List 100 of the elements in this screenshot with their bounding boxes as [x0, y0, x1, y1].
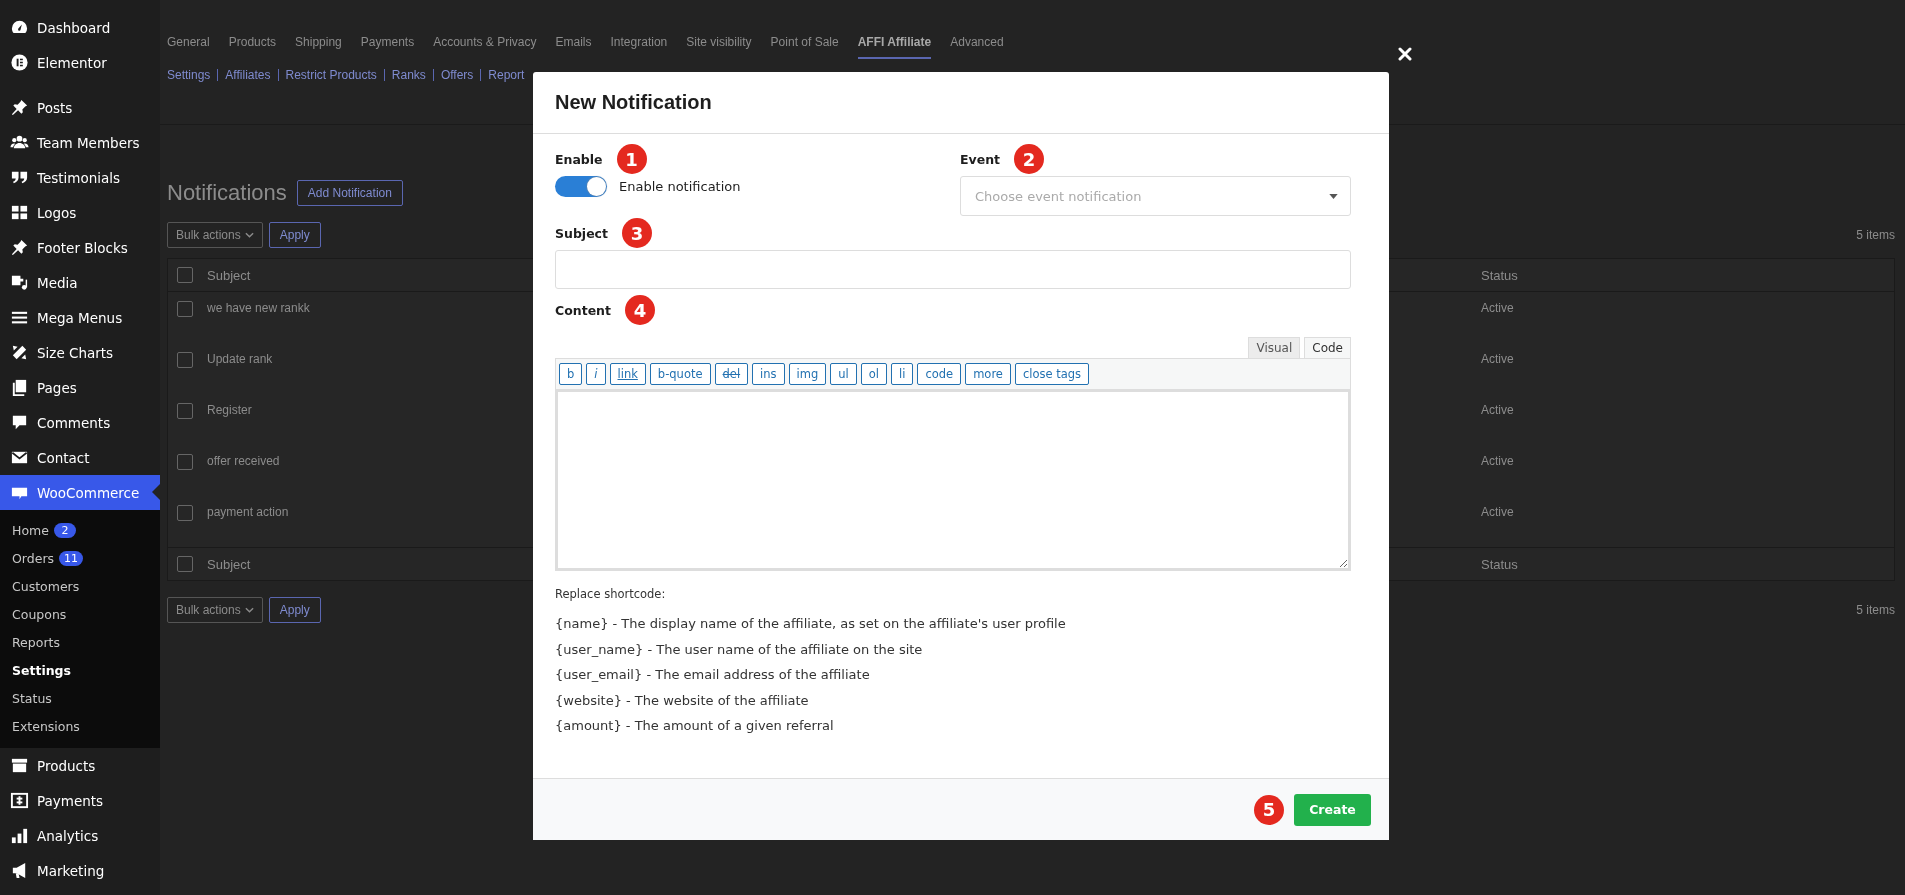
row-checkbox[interactable]	[177, 505, 193, 521]
field-label: Event	[960, 151, 1001, 167]
step-marker: 1	[616, 144, 647, 174]
quicktag-button[interactable]: li	[891, 363, 914, 385]
quicktag-button[interactable]: ul	[830, 363, 857, 385]
settings-tab[interactable]: Site visibility	[686, 27, 752, 59]
settings-tab[interactable]: Accounts & Privacy	[433, 27, 537, 59]
quicktag-button[interactable]: b-quote	[649, 363, 711, 385]
submenu-item[interactable]: Status	[0, 684, 160, 712]
grid-icon	[10, 203, 29, 222]
settings-tab[interactable]: General	[167, 27, 210, 59]
count-badge: 11	[59, 550, 84, 566]
pin-icon	[10, 98, 29, 117]
sidebar-item[interactable]: Size Charts	[0, 335, 160, 370]
bar-chart-icon	[10, 826, 29, 845]
chevron-icon	[244, 232, 254, 238]
sidebar-item[interactable]: Products	[0, 748, 160, 783]
settings-tab[interactable]: Emails	[555, 27, 592, 59]
ruler-icon	[10, 343, 29, 362]
submenu-item[interactable]: Orders 11	[0, 544, 160, 572]
quicktag-button[interactable]: code	[917, 363, 962, 385]
sidebar-item[interactable]: Analytics	[0, 818, 160, 853]
bulk-actions-dropdown[interactable]: Bulk actions	[167, 222, 263, 248]
checkbox[interactable]	[177, 556, 193, 572]
sidebar-item[interactable]: Testimonials	[0, 160, 160, 195]
quicktag-button[interactable]: more	[965, 363, 1011, 385]
submenu-item[interactable]: Home 2	[0, 516, 160, 544]
subnav-link[interactable]: Settings	[167, 69, 218, 81]
close-icon[interactable]	[1398, 47, 1412, 61]
editor-tab[interactable]: Code	[1304, 337, 1351, 358]
subnav-link[interactable]: Ranks	[383, 69, 433, 81]
sidebar-item[interactable]: Marketing	[0, 853, 160, 888]
toggle-switch[interactable]	[555, 176, 607, 197]
settings-tab[interactable]: Point of Sale	[770, 27, 839, 59]
row-checkbox[interactable]	[177, 352, 193, 368]
settings-tab[interactable]: Products	[228, 27, 277, 59]
subnav-link[interactable]: Affiliates	[217, 69, 278, 81]
sidebar-item[interactable]: Comments	[0, 405, 160, 440]
sidebar-item[interactable]: Elementor	[0, 45, 160, 80]
dollar-card-icon	[10, 791, 29, 810]
sidebar-item[interactable]: Contact	[0, 440, 160, 475]
subject-input[interactable]	[555, 250, 1351, 289]
table-cell-text: Active	[1481, 301, 1515, 315]
settings-tab[interactable]: Shipping	[295, 27, 342, 59]
sidebar-item[interactable]: Logos	[0, 195, 160, 230]
sidebar-item[interactable]: Footer Blocks	[0, 230, 160, 265]
quicktag-button[interactable]: ol	[860, 363, 887, 385]
column-header: Subject	[207, 267, 251, 283]
circle-e-icon	[10, 53, 29, 72]
table-cell-text: Active	[1481, 454, 1515, 468]
settings-tab[interactable]: Integration	[610, 27, 668, 59]
quicktag-button[interactable]: close tags	[1014, 363, 1090, 385]
sidebar-item[interactable]: WooCommerce	[0, 475, 160, 510]
apply-button[interactable]: Apply	[268, 222, 321, 248]
quicktag-button[interactable]: del	[714, 363, 749, 385]
column-header: Status	[1481, 556, 1519, 572]
sidebar-item[interactable]: Pages	[0, 370, 160, 405]
table-cell-text: Active	[1481, 352, 1515, 366]
checkbox[interactable]	[177, 267, 193, 283]
step-marker: 3	[622, 218, 652, 248]
settings-tab[interactable]: AFFI Affiliate	[857, 27, 932, 59]
sidebar-item[interactable]: Mega Menus	[0, 300, 160, 335]
row-checkbox[interactable]	[177, 403, 193, 419]
bulk-actions-dropdown[interactable]: Bulk actions	[167, 597, 263, 623]
row-checkbox[interactable]	[177, 301, 193, 317]
media-icon	[10, 273, 29, 292]
item-count: 5 items	[1856, 228, 1895, 242]
pin-icon	[10, 238, 29, 257]
quicktag-button[interactable]: b	[559, 363, 583, 385]
shortcode-description: {user_email} - The email address of the affiliate	[555, 666, 871, 684]
submenu-item[interactable]: Customers	[0, 572, 160, 600]
quicktag-button[interactable]: img	[788, 363, 827, 385]
subnav-link[interactable]: Offers	[432, 69, 481, 81]
submenu-item[interactable]: Coupons	[0, 600, 160, 628]
submenu-item[interactable]: Settings	[0, 656, 160, 684]
sidebar-item[interactable]: Dashboard	[0, 10, 160, 45]
step-marker: 4	[625, 295, 655, 325]
add-notification-button[interactable]: Add Notification	[296, 180, 403, 206]
sidebar-item[interactable]: Media	[0, 265, 160, 300]
shortcode-description: {amount} - The amount of a given referral	[555, 717, 835, 735]
sidebar-item[interactable]: Team Members	[0, 125, 160, 160]
editor-tab[interactable]: Visual	[1248, 337, 1301, 358]
settings-tab[interactable]: Payments	[360, 27, 415, 59]
page-title: Notifications	[167, 180, 287, 206]
subnav-link[interactable]: Restrict Products	[277, 69, 384, 81]
field-label: Content	[555, 302, 611, 318]
quicktag-button[interactable]: i	[586, 363, 606, 385]
step-marker: 5	[1254, 794, 1284, 825]
subnav-link[interactable]: Report	[480, 69, 532, 81]
settings-tab[interactable]: Advanced	[950, 27, 1004, 59]
sidebar-item[interactable]: Payments	[0, 783, 160, 818]
quicktag-button[interactable]: link	[609, 363, 646, 385]
create-button[interactable]: Create	[1294, 793, 1371, 826]
sidebar-item[interactable]: Posts	[0, 90, 160, 125]
quicktag-button[interactable]: ins	[752, 363, 785, 385]
table-cell: we have new rankk	[207, 301, 310, 315]
apply-button[interactable]: Apply	[268, 597, 321, 623]
submenu-item[interactable]: Reports	[0, 628, 160, 656]
submenu-item[interactable]: Extensions	[0, 712, 160, 740]
row-checkbox[interactable]	[177, 454, 193, 470]
